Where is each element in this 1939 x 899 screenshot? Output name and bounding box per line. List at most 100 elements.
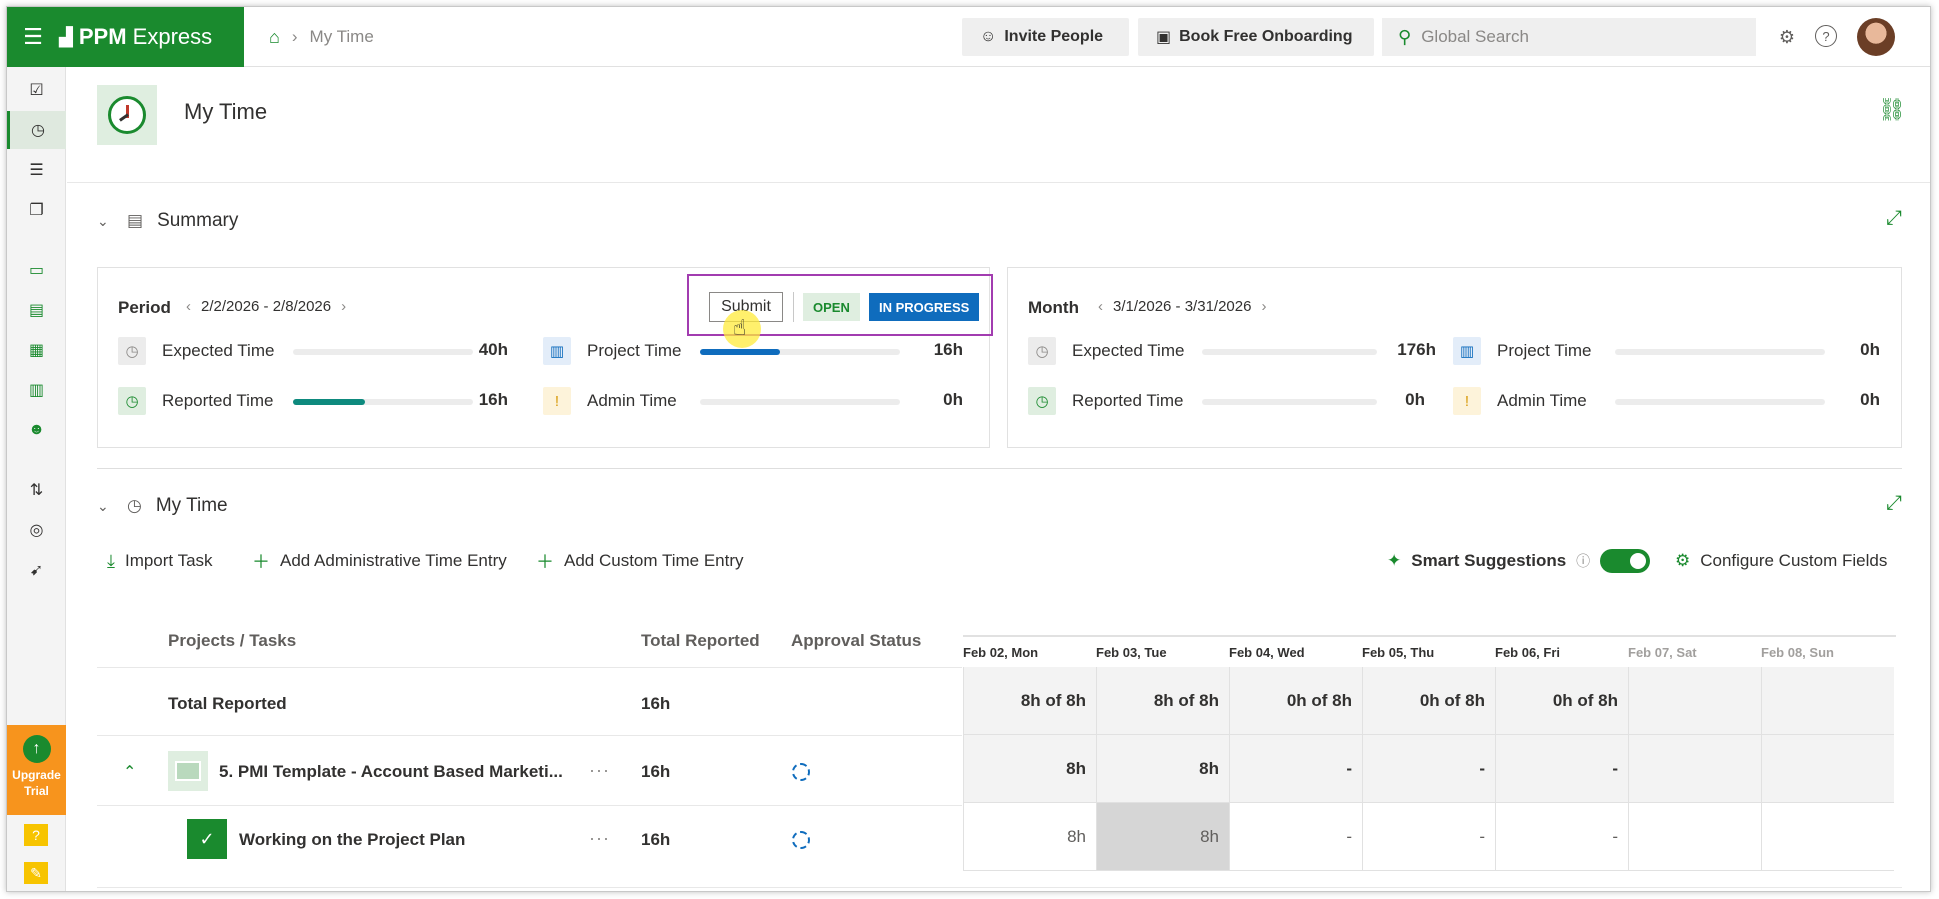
- month-admin-metric: ! Admin Time: [1453, 386, 1587, 416]
- help-chat-icon[interactable]: ?: [24, 824, 48, 846]
- nav-resources-icon[interactable]: ▦: [7, 331, 66, 369]
- chevron-left-icon[interactable]: ‹: [1098, 298, 1103, 315]
- main-content: My Time ⛓ ⌄ ▤ Summary ⤢ Period ‹ 2/2/202…: [67, 67, 1930, 891]
- period-admin-metric: ! Admin Time: [543, 386, 677, 416]
- calendar-icon: ▣: [1156, 29, 1172, 46]
- reported-time-value: 0h: [1405, 390, 1425, 409]
- column-header-projects[interactable]: Projects / Tasks: [168, 631, 296, 651]
- time-cell: -: [1495, 735, 1628, 803]
- period-expected-metric: ◷ Expected Time: [118, 336, 274, 366]
- upgrade-label: Upgrade: [12, 768, 61, 782]
- avatar[interactable]: [1857, 18, 1895, 56]
- row-divider: [97, 735, 962, 736]
- chevron-right-icon[interactable]: ›: [1261, 298, 1266, 315]
- task-row-label[interactable]: Working on the Project Plan: [239, 830, 465, 850]
- nav-tasks-icon[interactable]: ☑: [7, 71, 66, 109]
- time-cell[interactable]: -: [1229, 803, 1362, 871]
- time-cell: -: [1362, 735, 1495, 803]
- invite-people-label: Invite People: [1004, 28, 1104, 45]
- time-cell[interactable]: 8h: [1096, 803, 1229, 871]
- day-header: Feb 06, Fri: [1495, 645, 1561, 660]
- time-cell[interactable]: 8h: [963, 803, 1096, 871]
- time-cell[interactable]: [1628, 803, 1761, 871]
- summary-section-header[interactable]: ⌄ ▤ Summary: [97, 201, 238, 241]
- breadcrumb-current: My Time: [309, 27, 374, 46]
- project-row-label[interactable]: 5. PMI Template - Account Based Marketi.…: [219, 762, 563, 782]
- chevron-down-icon[interactable]: ⌄: [97, 498, 113, 515]
- chart-icon: ▥: [1453, 337, 1481, 365]
- smart-suggestions: ✦ Smart Suggestions ⓘ: [1387, 546, 1651, 576]
- in-progress-status-badge: IN PROGRESS: [869, 293, 980, 321]
- time-cell: 0h of 8h: [1229, 667, 1362, 735]
- nav-table-icon[interactable]: ▥: [7, 371, 66, 409]
- mytime-section-header[interactable]: ⌄ ◷ My Time: [97, 486, 228, 526]
- nav-my-time-icon[interactable]: ◷: [7, 111, 66, 149]
- clock-icon: ◷: [1028, 337, 1056, 365]
- app-logo[interactable]: ▟ PPM Express: [59, 24, 212, 50]
- time-cell[interactable]: [1761, 803, 1894, 871]
- project-time-label: Project Time: [587, 341, 682, 360]
- summary-icon: ▤: [127, 211, 144, 230]
- chevron-up-icon[interactable]: ⌃: [123, 762, 136, 782]
- logo-text-bold: PPM: [78, 24, 127, 49]
- expand-summary-icon[interactable]: ⤢: [1886, 207, 1902, 230]
- import-task-button[interactable]: ⤓ Import Task: [107, 546, 213, 576]
- expected-time-value: 176h: [1397, 340, 1436, 359]
- feedback-icon[interactable]: ✎: [24, 862, 48, 884]
- chevron-down-icon[interactable]: ⌄: [97, 213, 113, 230]
- info-icon[interactable]: ⓘ: [1576, 551, 1590, 571]
- invite-people-button[interactable]: ☺ Invite People: [962, 18, 1129, 56]
- nav-briefcase-icon[interactable]: ▭: [7, 251, 66, 289]
- project-time-bar-fill: [700, 349, 780, 355]
- smart-suggestions-toggle[interactable]: [1600, 549, 1651, 573]
- time-cell[interactable]: -: [1495, 803, 1628, 871]
- nav-projects-icon[interactable]: ▤: [7, 291, 66, 329]
- hamburger-menu-icon[interactable]: ☰: [7, 24, 59, 50]
- chevron-right-icon[interactable]: ›: [341, 298, 346, 315]
- top-bar: ☰ ▟ PPM Express ⌂ › My Time ☺ Invite Peo…: [7, 7, 1930, 67]
- reported-time-bar-fill: [293, 399, 365, 405]
- upgrade-trial-button[interactable]: ↑ Upgrade Trial: [7, 725, 66, 815]
- search-placeholder: Global Search: [1421, 27, 1529, 46]
- project-time-bar: [1615, 349, 1825, 355]
- chart-icon: ▥: [543, 337, 571, 365]
- time-cell[interactable]: -: [1362, 803, 1495, 871]
- nav-target-icon[interactable]: ◎: [7, 511, 66, 549]
- help-icon[interactable]: ?: [1815, 25, 1837, 47]
- approval-status-icon: [792, 763, 810, 781]
- nav-document-icon[interactable]: ❐: [7, 191, 66, 229]
- expected-time-label: Expected Time: [1072, 341, 1185, 360]
- admin-time-label: Admin Time: [1497, 391, 1587, 410]
- add-custom-time-button[interactable]: ＋ Add Custom Time Entry: [536, 546, 744, 576]
- month-reported-metric: ◷ Reported Time: [1028, 386, 1184, 416]
- table-bottom-border: [97, 887, 1902, 888]
- nav-timesheet-icon[interactable]: ☰: [7, 151, 66, 189]
- more-options-icon[interactable]: ···: [589, 760, 610, 781]
- period-reported-metric: ◷ Reported Time: [118, 386, 274, 416]
- expected-time-bar: [293, 349, 473, 355]
- month-expected-metric: ◷ Expected Time: [1028, 336, 1184, 366]
- link-icon[interactable]: ⛓: [1878, 97, 1906, 123]
- time-cell: [1761, 735, 1894, 803]
- nav-rocket-icon[interactable]: ➹: [7, 551, 66, 589]
- chevron-left-icon[interactable]: ‹: [186, 298, 191, 315]
- configure-custom-fields-button[interactable]: ⚙ Configure Custom Fields: [1675, 546, 1887, 576]
- column-header-approval[interactable]: Approval Status: [791, 631, 921, 651]
- add-admin-time-button[interactable]: ＋ Add Administrative Time Entry: [252, 546, 507, 576]
- nav-reports-icon[interactable]: ⇅: [7, 471, 66, 509]
- total-row-value: 16h: [641, 694, 671, 713]
- upgrade-arrow-icon: ↑: [22, 735, 51, 763]
- admin-time-bar: [1615, 399, 1825, 405]
- lightbulb-icon: ✦: [1387, 551, 1402, 570]
- nav-user-settings-icon[interactable]: ☻: [7, 411, 66, 449]
- home-icon[interactable]: ⌂: [269, 27, 280, 48]
- expand-mytime-icon[interactable]: ⤢: [1886, 492, 1902, 515]
- gear-icon[interactable]: ⚙: [1775, 25, 1799, 49]
- configure-custom-fields-label: Configure Custom Fields: [1700, 551, 1888, 570]
- book-onboarding-button[interactable]: ▣ Book Free Onboarding: [1138, 18, 1374, 56]
- global-search-input[interactable]: ⚲ Global Search: [1382, 18, 1756, 56]
- column-header-total[interactable]: Total Reported: [641, 631, 760, 651]
- day-header: Feb 05, Thu: [1362, 645, 1435, 660]
- more-options-icon[interactable]: ···: [589, 828, 610, 849]
- period-project-metric: ▥ Project Time: [543, 336, 681, 366]
